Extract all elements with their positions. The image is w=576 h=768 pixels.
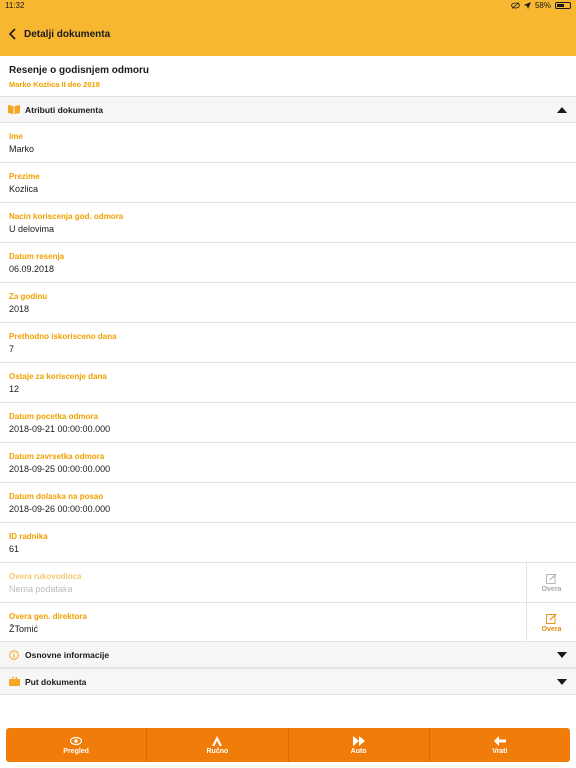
status-bar: 11:32 58% — [0, 0, 576, 12]
caret-down-icon — [557, 679, 567, 685]
tab-pregled[interactable]: Pregled — [6, 728, 148, 762]
overa-label: Overa — [541, 625, 562, 633]
field-datum-resenja: Datum resenja 06.09.2018 — [0, 243, 576, 283]
section-label: Put dokumenta — [25, 676, 87, 687]
field-value: U delovima — [9, 224, 55, 234]
field-prezime: Prezime Kozlica — [0, 163, 576, 203]
nav-bar: Detalji dokumenta — [0, 12, 576, 56]
document-title: Resenje o godisnjem odmoru — [9, 65, 150, 76]
field-label: Datum resenja — [9, 252, 65, 261]
field-label: Nacin koriscenja god. odmora — [9, 212, 124, 221]
field-datum-pocetka: Datum pocetka odmora 2018-09-21 00:00:00… — [0, 403, 576, 443]
battery-icon — [555, 2, 571, 9]
overa-label: Overa — [541, 585, 562, 593]
field-label: Datum dolaska na posao — [9, 492, 104, 501]
field-value: 2018-09-25 00:00:00.000 — [9, 464, 111, 474]
field-label: ID radnika — [9, 532, 48, 541]
attributes-list: Ime Marko Prezime Kozlica Nacin koriscen… — [0, 123, 576, 643]
tab-vrati[interactable]: Vrati — [430, 728, 570, 762]
status-right: 58% — [511, 1, 571, 10]
field-label: Ostaje za koriscenje dana — [9, 372, 107, 381]
caret-down-icon — [557, 652, 567, 658]
field-value: 12 — [9, 384, 20, 394]
field-value: 7 — [9, 344, 15, 354]
bottom-toolbar: Pregled Ručno Auto Vrati — [6, 728, 570, 762]
field-value: Marko — [9, 144, 35, 154]
field-label: Datum zavrsetka odmora — [9, 452, 105, 461]
briefcase-icon — [8, 677, 20, 687]
field-value: Kozlica — [9, 184, 39, 194]
field-datum-zavrsetka: Datum zavrsetka odmora 2018-09-25 00:00:… — [0, 443, 576, 483]
field-label: Overa gen. direktora — [9, 612, 87, 621]
field-value: 2018-09-26 00:00:00.000 — [9, 504, 111, 514]
tab-label: Pregled — [63, 747, 89, 755]
section-label: Atributi dokumenta — [25, 104, 103, 115]
hand-icon — [212, 735, 223, 746]
section-osnovne-informacije[interactable]: Osnovne informacije — [0, 641, 576, 668]
field-label: Za godinu — [9, 292, 48, 301]
edit-icon — [546, 573, 557, 584]
section-label: Osnovne informacije — [25, 649, 110, 660]
eye-slash-icon — [511, 2, 520, 9]
section-atributi-dokumenta[interactable]: Atributi dokumenta — [0, 96, 576, 123]
tab-auto[interactable]: Auto — [289, 728, 430, 762]
caret-up-icon — [557, 107, 567, 113]
chevron-left-icon — [8, 28, 16, 40]
field-value: ŽTomić — [9, 624, 38, 634]
field-ime: Ime Marko — [0, 123, 576, 163]
document-header: Resenje o godisnjem odmoru Marko Kozlica… — [0, 56, 576, 96]
field-id-radnika: ID radnika 61 — [0, 523, 576, 563]
page-title: Detalji dokumenta — [24, 28, 111, 40]
location-arrow-icon — [523, 2, 531, 9]
field-datum-dolaska: Datum dolaska na posao 2018-09-26 00:00:… — [0, 483, 576, 523]
status-time: 11:32 — [5, 1, 25, 10]
overa-rukovodioca-button[interactable]: Overa — [526, 563, 576, 602]
battery-percent: 58% — [534, 1, 551, 10]
tab-label: Auto — [350, 747, 367, 755]
back-button[interactable] — [0, 12, 18, 56]
field-overa-rukovodioca: Overa rukovodioca Nema podataka Overa — [0, 563, 576, 603]
field-value: 06.09.2018 — [9, 264, 55, 274]
overa-gen-direktora-button[interactable]: Overa — [526, 603, 576, 642]
field-nacin-koriscenja: Nacin koriscenja god. odmora U delovima — [0, 203, 576, 243]
field-label: Ime — [9, 132, 23, 141]
tab-rucno[interactable]: Ručno — [147, 728, 289, 762]
tab-label: Vrati — [492, 747, 508, 755]
fast-forward-icon — [352, 735, 365, 746]
field-overa-gen-direktora: Overa gen. direktora ŽTomić Overa — [0, 603, 576, 643]
field-label: Prezime — [9, 172, 40, 181]
field-value: 61 — [9, 544, 20, 554]
field-label: Prethodno iskorisceno dana — [9, 332, 117, 341]
field-value: 2018-09-21 00:00:00.000 — [9, 424, 111, 434]
tab-label: Ručno — [206, 747, 229, 755]
field-value: Nema podataka — [9, 584, 73, 594]
eye-icon — [70, 736, 83, 745]
field-prethodno-iskorisceno: Prethodno iskorisceno dana 7 — [0, 323, 576, 363]
arrow-left-icon — [493, 735, 506, 746]
document-subtitle: Marko Kozlica II deo 2018 — [9, 80, 100, 89]
section-put-dokumenta[interactable]: Put dokumenta — [0, 668, 576, 695]
edit-icon — [546, 613, 557, 624]
field-za-godinu: Za godinu 2018 — [0, 283, 576, 323]
field-label: Datum pocetka odmora — [9, 412, 98, 421]
info-icon — [8, 649, 20, 660]
field-value: 2018 — [9, 304, 30, 314]
field-label: Overa rukovodioca — [9, 572, 82, 581]
field-ostaje-za-koriscenje: Ostaje za koriscenje dana 12 — [0, 363, 576, 403]
book-icon — [8, 105, 20, 115]
